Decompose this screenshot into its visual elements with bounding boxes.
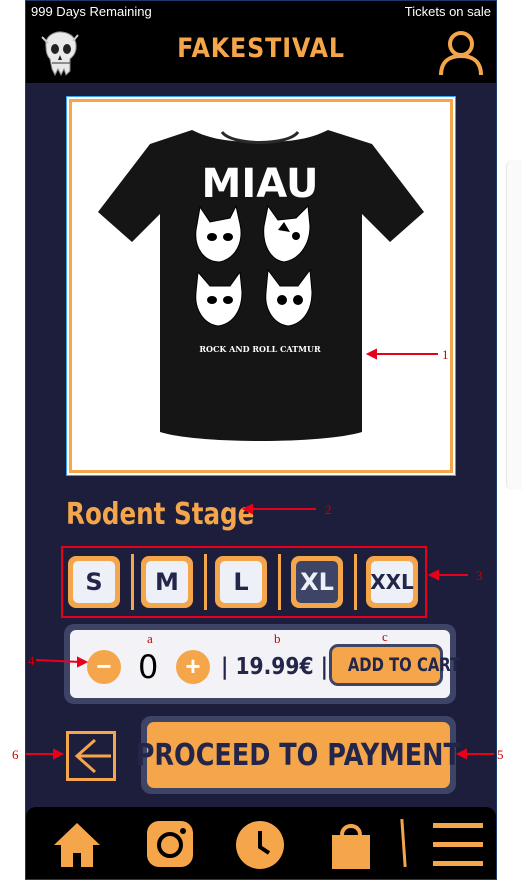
annotation-6: 6: [12, 747, 19, 762]
annotation-3: 3: [476, 568, 483, 583]
annotation-2: 2: [325, 502, 332, 517]
annotation-4: 4: [28, 653, 35, 668]
annotation-a: a: [147, 631, 153, 646]
annotation-c: c: [382, 629, 388, 644]
annotation-arrows: [26, 348, 494, 760]
annotation-5: 5: [497, 747, 504, 762]
annotation-1: 1: [442, 347, 449, 362]
annotation-b: b: [274, 631, 281, 646]
